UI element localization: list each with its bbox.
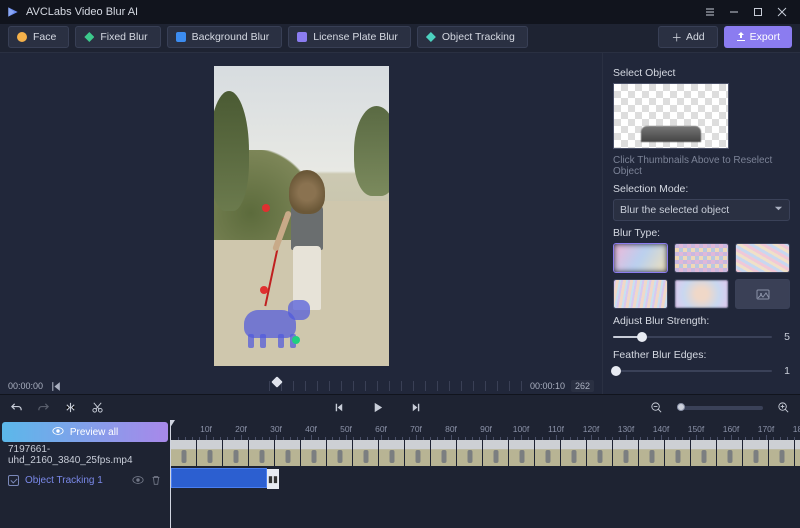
playhead[interactable]	[170, 420, 171, 528]
reselect-hint: Click Thumbnails Above to Reselect Objec…	[613, 155, 790, 177]
app-title: AVCLabs Video Blur AI	[26, 6, 698, 18]
selection-mode-dropdown[interactable]: Blur the selected object	[613, 199, 790, 221]
object-tracking-button[interactable]: Object Tracking	[417, 26, 528, 48]
track-name: Object Tracking 1	[25, 475, 126, 486]
tracking-marker[interactable]	[262, 204, 270, 212]
blur-type-gaussian[interactable]	[613, 243, 668, 273]
right-panel: Select Object Click Thumbnails Above to …	[602, 53, 800, 394]
feather-label: Feather Blur Edges:	[613, 349, 790, 361]
track-checkbox[interactable]	[8, 475, 19, 486]
selection-mode-value: Blur the selected object	[620, 204, 729, 216]
license-plate-button[interactable]: License Plate Blur	[288, 26, 411, 48]
timeline-controls	[0, 394, 800, 420]
object-thumbnail[interactable]	[613, 83, 729, 149]
face-button[interactable]: Face	[8, 26, 69, 48]
zoom-slider[interactable]	[677, 406, 763, 410]
track-row[interactable]: Object Tracking 1	[0, 468, 170, 492]
face-label: Face	[33, 31, 56, 43]
object-tracking-label: Object Tracking	[442, 31, 515, 43]
license-plate-label: License Plate Blur	[313, 31, 398, 43]
preview-scrubber[interactable]	[269, 381, 524, 391]
fixed-blur-icon	[84, 32, 94, 42]
title-bar: AVCLabs Video Blur AI	[0, 0, 800, 24]
select-object-label: Select Object	[613, 67, 790, 79]
clip-name-row[interactable]: 7197661-uhd_2160_3840_25fps.mp4	[0, 442, 170, 468]
preview-all-button[interactable]: Preview all	[2, 422, 168, 442]
cut-icon[interactable]	[91, 401, 104, 414]
play-icon[interactable]	[371, 401, 384, 414]
feather-slider[interactable]	[613, 370, 772, 372]
timeline-right[interactable]: 10f20f30f40f50f60f70f80f90f100f110f120f1…	[170, 420, 800, 528]
zoom-out-icon[interactable]	[650, 401, 663, 414]
object-track[interactable]: ▮▮	[170, 466, 800, 490]
export-icon	[736, 31, 746, 44]
face-icon	[17, 32, 27, 42]
zoom-in-icon[interactable]	[777, 401, 790, 414]
video-frame	[214, 66, 389, 366]
minimize-icon[interactable]	[722, 0, 746, 24]
preview-all-label: Preview all	[70, 427, 118, 438]
main-area: 00:00:00 00:00:10 262 Select Object Clic…	[0, 52, 800, 394]
clip-name: 7197661-uhd_2160_3840_25fps.mp4	[8, 444, 162, 466]
feather-value: 1	[780, 365, 790, 377]
blur-type-pixelate[interactable]	[674, 243, 729, 273]
blur-strength-label: Adjust Blur Strength:	[613, 315, 790, 327]
fixed-blur-label: Fixed Blur	[100, 31, 147, 43]
timeline: Preview all 7197661-uhd_2160_3840_25fps.…	[0, 420, 800, 528]
background-blur-label: Background Blur	[192, 31, 270, 43]
blur-strength-slider[interactable]	[613, 336, 772, 338]
blur-type-motion[interactable]	[735, 243, 790, 273]
background-blur-button[interactable]: Background Blur	[167, 26, 283, 48]
blur-type-grid	[613, 243, 790, 309]
blur-type-custom[interactable]	[735, 279, 790, 309]
clip-stop-handle[interactable]: ▮▮	[267, 469, 279, 489]
preview-pane: 00:00:00 00:00:10 262	[0, 53, 602, 394]
filmstrip[interactable]	[170, 440, 800, 466]
toolbar: Face Fixed Blur Background Blur License …	[0, 24, 800, 52]
export-button[interactable]: Export	[724, 26, 792, 48]
video-viewport[interactable]	[0, 53, 602, 378]
tracking-clip[interactable]: ▮▮	[171, 468, 267, 488]
tracking-marker[interactable]	[260, 286, 268, 294]
hamburger-icon[interactable]	[698, 0, 722, 24]
eye-icon	[52, 425, 64, 440]
scrubber-handle[interactable]	[271, 376, 282, 387]
plus-icon: ＋	[671, 30, 682, 45]
timeline-ruler[interactable]: 10f20f30f40f50f60f70f80f90f100f110f120f1…	[170, 420, 800, 440]
preview-time-row: 00:00:00 00:00:10 262	[0, 378, 602, 394]
frame-count: 262	[571, 380, 594, 392]
next-frame-icon[interactable]	[410, 401, 423, 414]
blur-type-radial[interactable]	[674, 279, 729, 309]
split-icon[interactable]	[64, 401, 77, 414]
undo-icon[interactable]	[10, 401, 23, 414]
background-blur-icon	[176, 32, 186, 42]
time-left: 00:00:00	[8, 381, 43, 391]
track-visibility-icon[interactable]	[132, 474, 144, 486]
tracking-marker[interactable]	[292, 336, 300, 344]
export-label: Export	[750, 31, 780, 43]
blur-strength-value: 5	[780, 331, 790, 343]
time-right: 00:00:10	[530, 381, 565, 391]
redo-icon[interactable]	[37, 401, 50, 414]
blur-type-streak[interactable]	[613, 279, 668, 309]
selection-mode-label: Selection Mode:	[613, 183, 790, 195]
add-label: Add	[686, 31, 705, 43]
object-tracking-icon	[426, 32, 436, 42]
jump-start-icon[interactable]	[49, 380, 62, 393]
license-plate-icon	[297, 32, 307, 42]
close-icon[interactable]	[770, 0, 794, 24]
prev-frame-icon[interactable]	[332, 401, 345, 414]
maximize-icon[interactable]	[746, 0, 770, 24]
chevron-down-icon	[774, 204, 783, 216]
fixed-blur-button[interactable]: Fixed Blur	[75, 26, 160, 48]
track-delete-icon[interactable]	[150, 474, 162, 486]
blur-type-label: Blur Type:	[613, 227, 790, 239]
app-logo-icon	[6, 5, 20, 19]
timeline-left: Preview all 7197661-uhd_2160_3840_25fps.…	[0, 420, 170, 528]
add-button[interactable]: ＋ Add	[658, 26, 717, 48]
tracked-object-overlay[interactable]	[234, 296, 312, 348]
